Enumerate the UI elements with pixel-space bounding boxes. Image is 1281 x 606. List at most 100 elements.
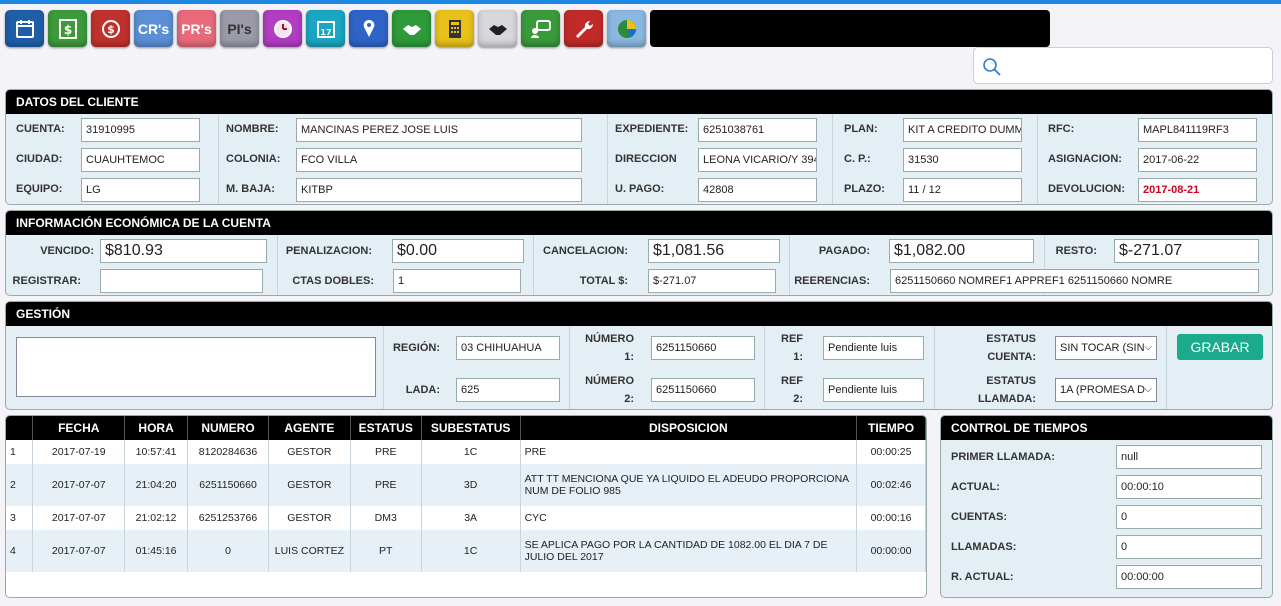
column-header[interactable]: NUMERO	[187, 416, 269, 440]
economic-info-panel: INFORMACIÓN ECONÓMICA DE LA CUENTA VENCI…	[5, 210, 1273, 296]
grabar-button[interactable]: GRABAR	[1177, 334, 1263, 360]
registrar-label: REGISTRAR:	[12, 275, 81, 287]
table-cell: 00:00:16	[856, 506, 926, 530]
gestion-notes-textarea[interactable]	[16, 337, 376, 397]
calendar-17-button[interactable]: 17	[306, 10, 345, 47]
column-header[interactable]: DISPOSICION	[520, 416, 858, 440]
numero2-label-bottom: 2:	[624, 393, 634, 405]
referencias-field[interactable]: 6251150660 NOMREF1 APPREF1 6251150660 NO…	[890, 269, 1259, 293]
region-field[interactable]: 03 CHIHUAHUA	[456, 336, 560, 360]
search-box[interactable]	[973, 47, 1273, 84]
table-cell: PRE	[520, 440, 858, 464]
expediente-field[interactable]: 6251038761	[698, 118, 817, 142]
crs-button[interactable]: CR's	[134, 10, 173, 47]
table-cell: 00:00:25	[856, 440, 926, 464]
resto-field[interactable]: $-271.07	[1114, 239, 1259, 263]
lada-field[interactable]: 625	[456, 378, 560, 402]
prs-button[interactable]: PR's	[177, 10, 216, 47]
plan-field[interactable]: KIT A CREDITO DUMMY	[903, 118, 1022, 142]
vencido-field[interactable]: $810.93	[100, 239, 267, 263]
plazo-field[interactable]: 11 / 12	[903, 178, 1022, 202]
ref1-field[interactable]: Pendiente luis	[823, 336, 924, 360]
location-pin-button[interactable]	[349, 10, 388, 47]
nombre-field[interactable]: MANCINAS PEREZ JOSE LUIS	[296, 118, 582, 142]
estatus-llamada-select[interactable]: 1A (PROMESA D ⌵	[1055, 378, 1157, 402]
lada-label: LADA:	[405, 384, 440, 396]
numero2-field[interactable]: 6251150660	[651, 378, 755, 402]
table-cell: 2017-07-07	[32, 530, 126, 572]
ciudad-field[interactable]: CUAUHTEMOC	[81, 148, 200, 172]
table-cell: LUIS CORTEZ	[268, 530, 351, 572]
search-input[interactable]	[1008, 54, 1263, 78]
table-row[interactable]: 2 2017-07-07 21:04:20 6251150660 GESTOR PRE 3D…	[6, 464, 926, 506]
column-header[interactable]: AGENTE	[268, 416, 351, 440]
devolucion-label: DEVOLUCION:	[1048, 183, 1125, 195]
rfc-field[interactable]: MAPL841119RF3	[1138, 118, 1257, 142]
estatus-cuenta-label-bottom: CUENTA:	[987, 351, 1036, 363]
table-cell: 00:02:46	[856, 464, 926, 506]
table-cell: 6251150660	[187, 464, 269, 506]
chat-person-button[interactable]	[521, 10, 560, 47]
table-cell: 2	[6, 464, 34, 506]
handshake-button[interactable]	[392, 10, 431, 47]
coin-button[interactable]: $	[91, 10, 130, 47]
mbaja-field[interactable]: KITBP	[296, 178, 582, 202]
column-header[interactable]	[6, 416, 34, 440]
total-field[interactable]: $-271.07	[648, 269, 776, 293]
ctas-dobles-field[interactable]: 1	[393, 269, 521, 293]
wrench-button[interactable]	[564, 10, 603, 47]
numero2-label-top: NÚMERO	[585, 375, 634, 387]
clock-button[interactable]	[263, 10, 302, 47]
cancelacion-field[interactable]: $1,081.56	[648, 239, 780, 263]
colonia-field[interactable]: FCO VILLA	[296, 148, 582, 172]
equipo-field[interactable]: LG	[81, 178, 200, 202]
pis-button[interactable]: PI's	[220, 10, 259, 47]
asignacion-field[interactable]: 2017-06-22	[1138, 148, 1257, 172]
llamadas-field[interactable]: 0	[1116, 535, 1262, 559]
cp-label: C. P.:	[844, 153, 871, 165]
penalizacion-field[interactable]: $0.00	[392, 239, 524, 263]
registrar-field[interactable]	[100, 269, 263, 293]
table-cell: 21:02:12	[124, 506, 189, 530]
table-cell: DM3	[350, 506, 422, 530]
llamadas-label: LLAMADAS:	[951, 541, 1017, 553]
upago-field[interactable]: 42808	[698, 178, 817, 202]
asignacion-label: ASIGNACION:	[1048, 153, 1122, 165]
time-control-panel: CONTROL DE TIEMPOS PRIMER LLAMADA: null …	[940, 415, 1273, 598]
calendar-button[interactable]	[5, 10, 44, 47]
column-header[interactable]: HORA	[124, 416, 189, 440]
column-header[interactable]: TIEMPO	[856, 416, 926, 440]
table-cell: 21:04:20	[124, 464, 189, 506]
table-row[interactable]: 4 2017-07-07 01:45:16 0 LUIS CORTEZ PT 1C SE AP…	[6, 530, 926, 572]
estatus-cuenta-select[interactable]: SIN TOCAR (SIN ⌵	[1055, 336, 1157, 360]
actual-field[interactable]: 00:00:10	[1116, 475, 1262, 499]
cp-field[interactable]: 31530	[903, 148, 1022, 172]
numero1-field[interactable]: 6251150660	[651, 336, 755, 360]
economic-info-title: INFORMACIÓN ECONÓMICA DE LA CUENTA	[6, 211, 1272, 235]
table-cell: 8120284636	[187, 440, 269, 464]
deal-button[interactable]	[478, 10, 517, 47]
direccion-field[interactable]: LEONA VICARIO/Y 394	[698, 148, 817, 172]
table-row[interactable]: 3 2017-07-07 21:02:12 6251253766 GESTOR DM3 3A…	[6, 506, 926, 530]
pagado-field[interactable]: $1,082.00	[889, 239, 1034, 263]
devolucion-field[interactable]: 2017-08-21	[1138, 178, 1257, 202]
ref2-field[interactable]: Pendiente luis	[823, 378, 924, 402]
calendar-icon	[15, 19, 34, 38]
money-button[interactable]: $	[48, 10, 87, 47]
pie-chart-button[interactable]	[607, 10, 646, 47]
primer-llamada-field[interactable]: null	[1116, 445, 1262, 469]
cuenta-field[interactable]: 31910995	[81, 118, 200, 142]
column-header[interactable]: SUBESTATUS	[421, 416, 521, 440]
referencias-label: REERENCIAS:	[794, 275, 870, 287]
column-header[interactable]: FECHA	[32, 416, 126, 440]
column-header[interactable]: ESTATUS	[350, 416, 422, 440]
cuentas-field[interactable]: 0	[1116, 505, 1262, 529]
numero1-label-top: NÚMERO	[585, 333, 634, 345]
table-row[interactable]: 1 2017-07-19 10:57:41 8120284636 GESTOR PRE 1C…	[6, 440, 926, 464]
top-accent-bar	[0, 0, 1281, 4]
primer-llamada-label: PRIMER LLAMADA:	[951, 451, 1055, 463]
calculator-button[interactable]	[435, 10, 474, 47]
pis-icon: PI's	[227, 20, 252, 37]
table-cell: PT	[350, 530, 422, 572]
r-actual-field[interactable]: 00:00:00	[1116, 565, 1262, 589]
